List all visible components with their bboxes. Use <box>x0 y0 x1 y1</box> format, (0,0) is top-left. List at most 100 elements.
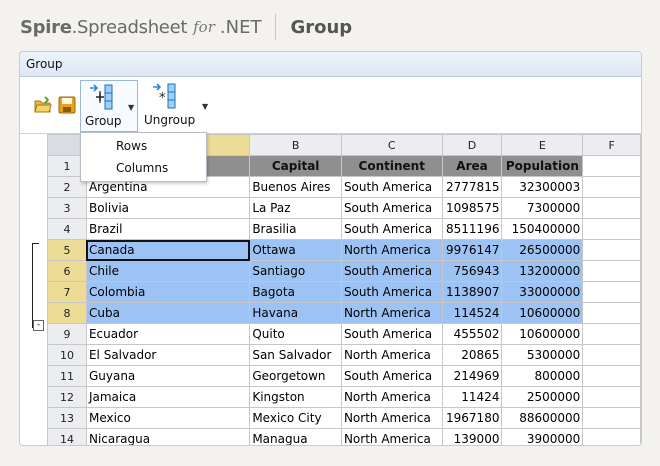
header-cell[interactable]: Capital <box>249 155 342 177</box>
cell-continent[interactable]: North America <box>340 344 443 366</box>
empty-cell[interactable] <box>582 197 641 219</box>
cell-continent[interactable]: South America <box>340 218 443 240</box>
cell-country[interactable]: Nicaragua <box>85 428 251 445</box>
cell-area[interactable]: 214969 <box>441 365 503 387</box>
cell-continent[interactable]: South America <box>340 197 443 219</box>
cell-population[interactable]: 88600000 <box>501 407 584 429</box>
cell-continent[interactable]: North America <box>340 386 443 408</box>
cell-capital[interactable]: Mexico City <box>249 407 342 429</box>
row-header[interactable]: 3 <box>47 197 87 219</box>
row-header[interactable]: 5 <box>47 239 87 261</box>
cell-capital[interactable]: San Salvador <box>249 344 342 366</box>
cell-capital[interactable]: Buenos Aires <box>249 176 342 198</box>
row-header[interactable]: 13 <box>47 407 87 429</box>
open-folder-icon[interactable] <box>34 96 52 114</box>
cell-area[interactable]: 9976147 <box>441 239 503 261</box>
cell-population[interactable]: 800000 <box>501 365 584 387</box>
cell-area[interactable]: 8511196 <box>441 218 503 240</box>
empty-cell[interactable] <box>582 260 641 282</box>
cell-country[interactable]: Guyana <box>85 365 251 387</box>
cell-population[interactable]: 10600000 <box>501 302 584 324</box>
empty-cell[interactable] <box>582 428 641 445</box>
empty-cell[interactable] <box>582 344 641 366</box>
cell-country[interactable]: Colombia <box>85 281 251 303</box>
cell-area[interactable]: 1138907 <box>441 281 503 303</box>
cell-capital[interactable]: Kingston <box>249 386 342 408</box>
group-dropdown-arrow-icon[interactable]: ▼ <box>128 103 134 112</box>
header-cell[interactable]: Population <box>501 155 584 177</box>
cell-continent[interactable]: South America <box>340 281 443 303</box>
cell-capital[interactable]: La Paz <box>249 197 342 219</box>
cell-population[interactable]: 5300000 <box>501 344 584 366</box>
cell-capital[interactable]: Brasilia <box>249 218 342 240</box>
cell-continent[interactable]: South America <box>340 176 443 198</box>
header-cell[interactable]: Continent <box>340 155 443 177</box>
cell-area[interactable]: 2777815 <box>441 176 503 198</box>
cell-continent[interactable]: North America <box>340 428 443 445</box>
menu-item-rows[interactable]: Rows <box>81 135 206 157</box>
empty-cell[interactable] <box>582 386 641 408</box>
row-header[interactable]: 6 <box>47 260 87 282</box>
cell-area[interactable]: 455502 <box>441 323 503 345</box>
cell-area[interactable]: 1098575 <box>441 197 503 219</box>
cell-capital[interactable]: Bagota <box>249 281 342 303</box>
cell-capital[interactable]: Havana <box>249 302 342 324</box>
ungroup-dropdown-arrow-icon[interactable]: ▼ <box>202 102 208 111</box>
cell-population[interactable]: 3900000 <box>501 428 584 445</box>
row-header[interactable]: 14 <box>47 428 87 445</box>
empty-cell[interactable] <box>582 407 641 429</box>
cell-capital[interactable]: Quito <box>249 323 342 345</box>
cell-country[interactable]: Canada <box>85 239 251 261</box>
cell-continent[interactable]: North America <box>340 239 443 261</box>
row-header[interactable]: 12 <box>47 386 87 408</box>
cell-population[interactable]: 7300000 <box>501 197 584 219</box>
cell-capital[interactable]: Ottawa <box>249 239 342 261</box>
cell-continent[interactable]: South America <box>340 365 443 387</box>
row-header[interactable]: 8 <box>47 302 87 324</box>
row-header[interactable]: 7 <box>47 281 87 303</box>
column-header-d[interactable]: D <box>441 134 503 156</box>
cell-country[interactable]: Chile <box>85 260 251 282</box>
cell-population[interactable]: 150400000 <box>501 218 584 240</box>
row-header[interactable]: 10 <box>47 344 87 366</box>
cell-country[interactable]: El Salvador <box>85 344 251 366</box>
column-header-f[interactable]: F <box>582 134 641 156</box>
row-header[interactable]: 9 <box>47 323 87 345</box>
empty-cell[interactable] <box>582 302 641 324</box>
cell-population[interactable]: 2500000 <box>501 386 584 408</box>
empty-cell[interactable] <box>582 155 641 177</box>
cell-capital[interactable]: Santiago <box>249 260 342 282</box>
cell-continent[interactable]: South America <box>340 323 443 345</box>
cell-country[interactable]: Bolivia <box>85 197 251 219</box>
cell-country[interactable]: Ecuador <box>85 323 251 345</box>
cell-continent[interactable]: South America <box>340 260 443 282</box>
cell-capital[interactable]: Georgetown <box>249 365 342 387</box>
ungroup-button[interactable]: * ▼ Ungroup <box>140 80 210 130</box>
collapse-icon[interactable]: - <box>33 320 44 331</box>
empty-cell[interactable] <box>582 218 641 240</box>
empty-cell[interactable] <box>582 365 641 387</box>
cell-country[interactable]: Mexico <box>85 407 251 429</box>
cell-population[interactable]: 32300003 <box>501 176 584 198</box>
cell-area[interactable]: 756943 <box>441 260 503 282</box>
cell-country[interactable]: Jamaica <box>85 386 251 408</box>
cell-population[interactable]: 10600000 <box>501 323 584 345</box>
cell-continent[interactable]: North America <box>340 407 443 429</box>
cell-continent[interactable]: North America <box>340 302 443 324</box>
row-header[interactable]: 4 <box>47 218 87 240</box>
cell-capital[interactable]: Managua <box>249 428 342 445</box>
cell-area[interactable]: 1967180 <box>441 407 503 429</box>
empty-cell[interactable] <box>582 323 641 345</box>
save-icon[interactable] <box>58 96 76 114</box>
cell-country[interactable]: Brazil <box>85 218 251 240</box>
column-header-b[interactable]: B <box>249 134 342 156</box>
column-header-c[interactable]: C <box>340 134 443 156</box>
cell-area[interactable]: 20865 <box>441 344 503 366</box>
menu-item-columns[interactable]: Columns <box>81 157 206 179</box>
cell-population[interactable]: 33000000 <box>501 281 584 303</box>
group-button[interactable]: ▼ Group <box>80 80 138 132</box>
cell-area[interactable]: 114524 <box>441 302 503 324</box>
cell-population[interactable]: 13200000 <box>501 260 584 282</box>
row-header[interactable]: 11 <box>47 365 87 387</box>
empty-cell[interactable] <box>582 176 641 198</box>
